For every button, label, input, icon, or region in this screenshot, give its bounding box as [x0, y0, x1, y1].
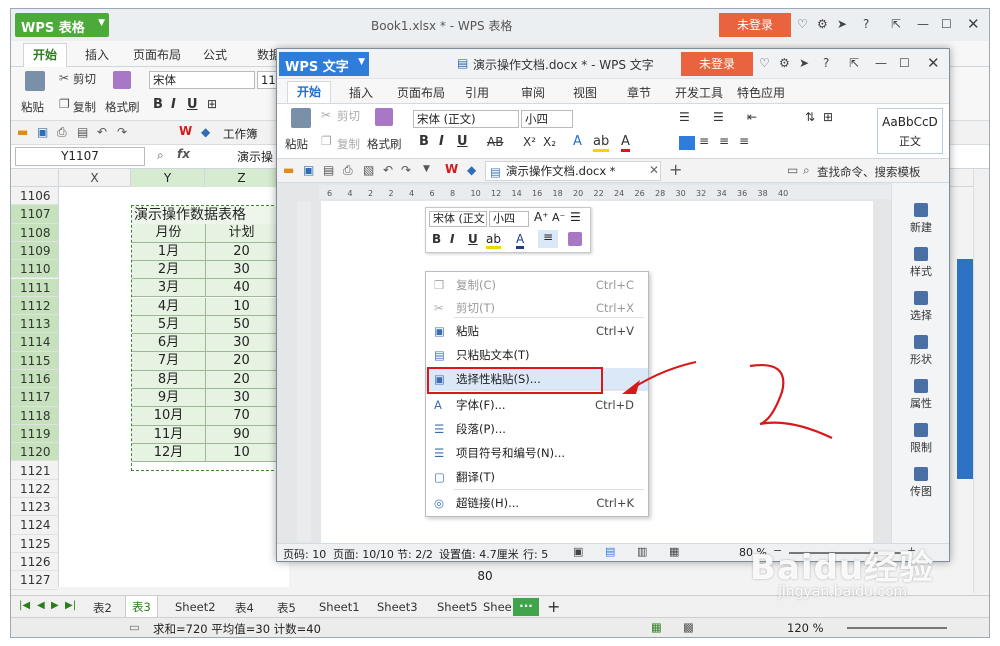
- annotation-arrow-head: [622, 380, 640, 394]
- annotation-step-two: [749, 363, 833, 439]
- watermark-url: jingyan.baidu.com: [778, 584, 908, 600]
- watermark-brand: Baidu经验: [750, 548, 935, 588]
- annotation-arrow-line: [629, 361, 697, 391]
